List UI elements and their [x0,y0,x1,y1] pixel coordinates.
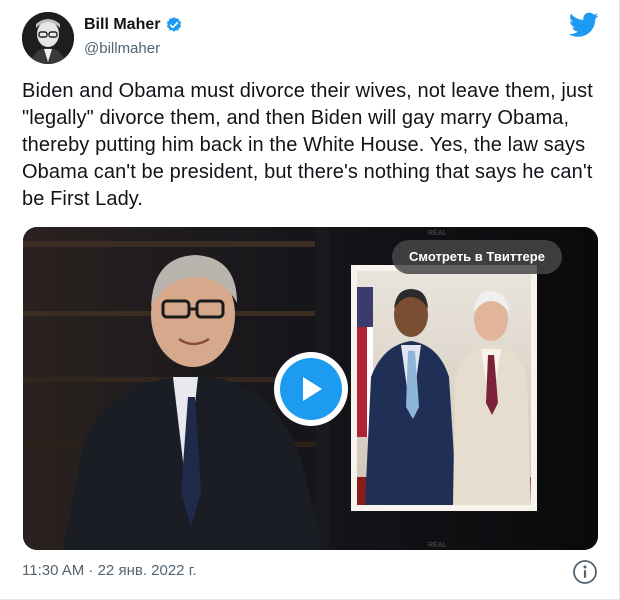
tweet-card: Bill Maher @billmaher Biden and Obama mu… [0,0,620,600]
svg-text:REAL: REAL [428,542,446,549]
watch-on-twitter-button[interactable]: Смотреть в Твиттере [392,240,562,274]
avatar[interactable] [22,12,74,64]
tweet-timestamp[interactable]: 11:30 AM · 22 янв. 2022 г. [22,562,197,579]
play-icon[interactable] [280,358,342,420]
twitter-bird-icon[interactable] [568,12,599,38]
author-name[interactable]: Bill Maher [84,16,160,34]
play-button[interactable] [274,352,348,426]
tweet-text: Biden and Obama must divorce their wives… [22,80,593,210]
author-name-row[interactable]: Bill Maher [84,16,183,34]
svg-text:REAL: REAL [428,230,446,237]
info-icon[interactable] [572,559,598,585]
author-handle[interactable]: @billmaher [84,40,160,57]
verified-badge-icon [165,16,183,34]
